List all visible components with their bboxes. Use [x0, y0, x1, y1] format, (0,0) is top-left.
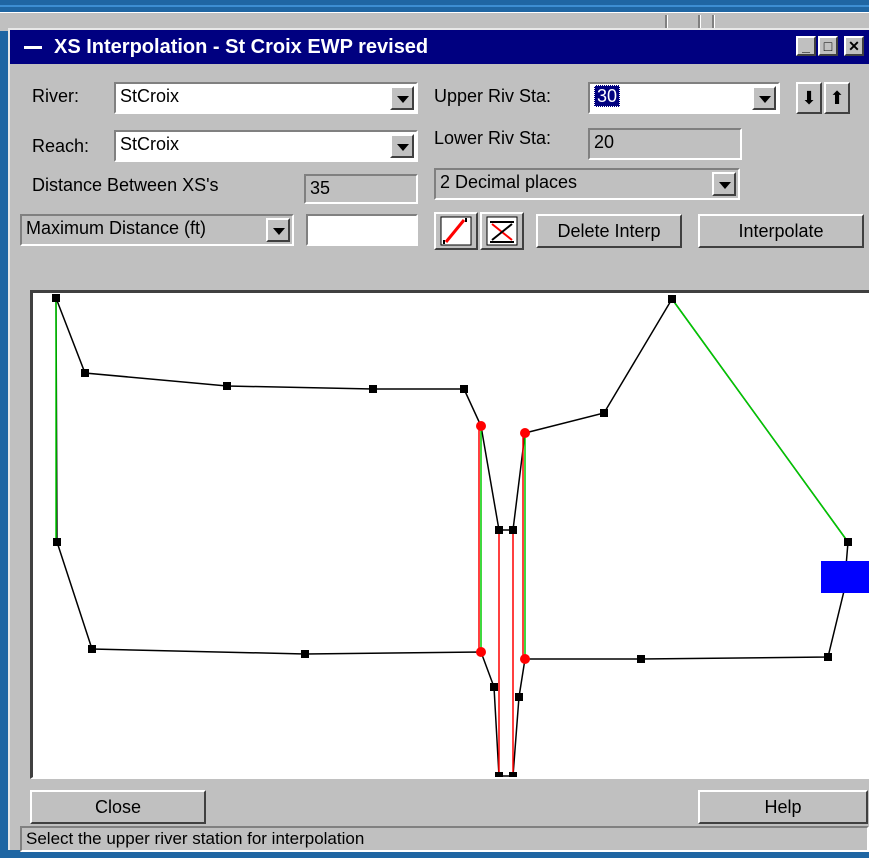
chevron-down-icon[interactable] [266, 218, 290, 242]
decimal-places-select[interactable]: 2 Decimal places [434, 168, 740, 200]
xs-interpolation-window: XS Interpolation - St Croix EWP revised … [8, 28, 869, 852]
lower-riv-sta-value: 20 [594, 132, 615, 152]
reach-label: Reach: [32, 136, 90, 156]
river-label: River: [32, 86, 80, 106]
draw-line-icon [440, 216, 472, 246]
next-station-down-button[interactable]: ⬇ [796, 82, 822, 114]
distance-between-xs-value: 35 [310, 178, 331, 198]
max-distance-value: Maximum Distance (ft) [26, 218, 207, 238]
lower-riv-sta-field: 20 [588, 128, 742, 160]
delete-line-icon [486, 216, 518, 246]
close-icon: ✕ [848, 38, 860, 54]
decimal-places-value: 2 Decimal places [440, 172, 578, 192]
blue-marker[interactable] [821, 561, 869, 593]
reach-select-value: StCroix [120, 134, 180, 154]
chevron-down-icon[interactable] [390, 134, 414, 158]
cross-section-canvas[interactable] [33, 293, 869, 777]
status-bar: Select the upper river station for inter… [20, 826, 869, 852]
lower-riv-sta-label: Lower Riv Sta: [434, 128, 552, 148]
maximize-button[interactable]: □ [818, 36, 838, 56]
interpolate-button[interactable]: Interpolate [698, 214, 864, 248]
next-station-up-button[interactable]: ⬆ [824, 82, 850, 114]
chevron-down-icon[interactable] [712, 172, 736, 196]
river-select-value: StCroix [120, 86, 180, 106]
minimize-button[interactable]: _ [796, 36, 816, 56]
minimize-icon: _ [802, 38, 810, 54]
distance-between-xs-field: 35 [304, 174, 418, 204]
close-window-button[interactable]: ✕ [844, 36, 864, 56]
chevron-down-icon[interactable] [752, 86, 776, 110]
reach-select[interactable]: StCroix [114, 130, 418, 162]
chevron-down-icon[interactable] [390, 86, 414, 110]
xs-points [52, 294, 852, 777]
delete-line-button[interactable] [480, 212, 524, 250]
upper-riv-sta-select[interactable]: 30 [588, 82, 780, 114]
draw-line-button[interactable] [434, 212, 478, 250]
upper-xs-line [55, 297, 849, 777]
delete-interp-button[interactable]: Delete Interp [536, 214, 682, 248]
green-link-line [671, 298, 849, 543]
upper-riv-sta-value: 30 [594, 85, 621, 107]
close-button[interactable]: Close [30, 790, 206, 824]
window-title: XS Interpolation - St Croix EWP revised [54, 36, 429, 58]
arrow-down-icon: ⬇ [801, 87, 817, 108]
title-bar: XS Interpolation - St Croix EWP revised … [10, 30, 869, 64]
max-distance-select[interactable]: Maximum Distance (ft) [20, 214, 294, 246]
cross-section-plot[interactable] [30, 290, 869, 779]
distance-between-xs-label: Distance Between XS's [32, 175, 219, 195]
maximize-icon: □ [823, 38, 833, 54]
upper-riv-sta-label: Upper Riv Sta: [434, 86, 552, 106]
arrow-up-icon: ⬆ [829, 87, 845, 108]
help-button[interactable]: Help [698, 790, 868, 824]
river-select[interactable]: StCroix [114, 82, 418, 114]
status-message: Select the upper river station for inter… [26, 829, 365, 848]
system-menu-icon[interactable] [24, 46, 42, 49]
max-distance-input[interactable] [306, 214, 418, 246]
